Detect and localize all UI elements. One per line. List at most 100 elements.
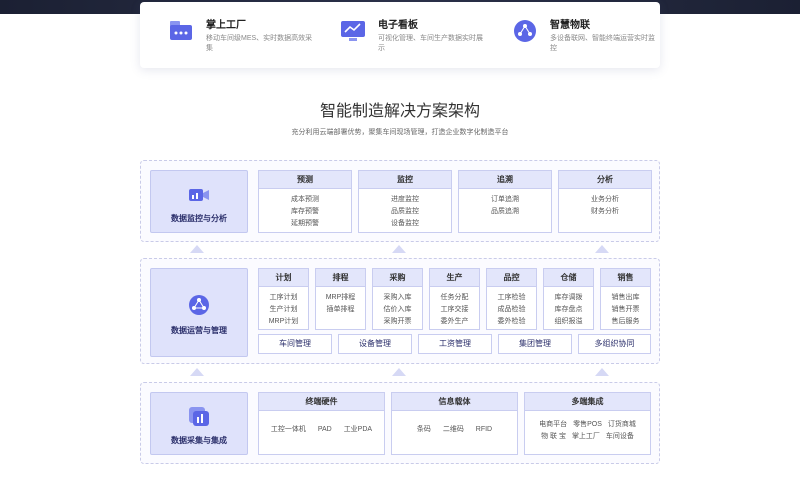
layer-label: 数据采集与集成 — [171, 436, 227, 445]
module-item-row: 条码 二维码 RFID — [392, 411, 517, 436]
module-item: 掌上工厂 — [571, 433, 600, 440]
module-info-carrier[interactable]: 信息载体 条码 二维码 RFID — [391, 392, 518, 455]
module-sales[interactable]: 销售 销售出库 销售开票 售后服务 — [600, 268, 651, 330]
module-item: 品质追溯 — [491, 208, 519, 215]
feature-card: 掌上工厂 移动车间级MES、实时数据高效采集 电子看板 可视化管理、车间生产数据… — [140, 2, 660, 68]
module-item: 订货商城 — [607, 421, 636, 428]
pill-multi-org-collaboration[interactable]: 多组织协同 — [578, 334, 651, 354]
module-item: MRP计划 — [268, 318, 299, 325]
module-item: 工序计划 — [269, 294, 298, 301]
feature-item-factory[interactable]: 掌上工厂 移动车间级MES、实时数据高效采集 — [168, 16, 318, 60]
module-item: 库存盘点 — [554, 306, 583, 313]
network-hub-icon — [189, 295, 209, 315]
module-item: 库存调拨 — [554, 294, 583, 301]
module-item: 采购开票 — [383, 318, 412, 325]
module-item: 库存预警 — [291, 208, 319, 215]
module-item-row: 工控一体机 PAD 工业PDA — [259, 411, 384, 436]
module-item: 委外生产 — [440, 318, 469, 325]
module-terminal-hardware[interactable]: 终端硬件 工控一体机 PAD 工业PDA — [258, 392, 385, 455]
module-item: 零售POS — [573, 421, 602, 428]
pill-workshop-management[interactable]: 车间管理 — [258, 334, 332, 354]
feature-desc: 移动车间级MES、实时数据高效采集 — [206, 35, 313, 52]
pill-payroll-management[interactable]: 工资管理 — [418, 334, 492, 354]
module-forecast[interactable]: 预测 成本预测 库存预警 延期预警 — [258, 170, 352, 233]
feature-title: 掌上工厂 — [206, 20, 246, 31]
module-title: 终端硬件 — [259, 393, 384, 411]
module-monitor[interactable]: 监控 进度监控 品质监控 设备监控 — [358, 170, 452, 233]
collect-chart-icon — [189, 407, 209, 426]
module-quality[interactable]: 品控 工序检验 成品检验 委外检验 — [486, 268, 537, 330]
layer-label-box: 数据运营与管理 — [150, 268, 248, 357]
module-item: 工业PDA — [343, 426, 373, 433]
up-arrow-icon — [595, 368, 609, 376]
layer-label: 数据监控与分析 — [171, 214, 227, 223]
module-item: 电商平台 — [539, 421, 568, 428]
module-item: 品质监控 — [391, 208, 419, 215]
module-title: 品控 — [487, 269, 536, 287]
module-item: MRP排程 — [325, 294, 356, 301]
module-title: 生产 — [430, 269, 479, 287]
module-title: 采购 — [373, 269, 422, 287]
module-item: 任务分配 — [440, 294, 469, 301]
layer-label-box: 数据采集与集成 — [150, 392, 248, 455]
module-item: 设备监控 — [391, 220, 419, 227]
module-item: 业务分析 — [591, 196, 619, 203]
module-item: PAD — [317, 426, 332, 433]
layer-monitor-analysis: 数据监控与分析 预测 成本预测 库存预警 延期预警 监控 进度监控 品质监控 设… — [140, 160, 660, 242]
module-item: 委外检验 — [497, 318, 526, 325]
up-arrow-icon — [392, 245, 406, 253]
module-purchase[interactable]: 采购 采购入库 估价入库 采购开票 — [372, 268, 423, 330]
module-item: 插单排程 — [326, 306, 355, 313]
feature-item-board[interactable]: 电子看板 可视化管理、车间生产数据实时展示 — [340, 16, 490, 60]
module-plan[interactable]: 计划 工序计划 生产计划 MRP计划 — [258, 268, 309, 330]
module-warehouse[interactable]: 仓储 库存调拨 库存盘点 组织报溢 — [543, 268, 594, 330]
module-title: 排程 — [316, 269, 365, 287]
module-trace[interactable]: 追溯 订单追溯 品质追溯 — [458, 170, 552, 233]
page-title: 智能制造解决方案架构 — [319, 103, 480, 120]
module-item: 订单追溯 — [491, 196, 519, 203]
module-title: 追溯 — [459, 171, 551, 189]
layer-collect-integrate: 数据采集与集成 终端硬件 工控一体机 PAD 工业PDA 信息载体 条码 二维码… — [140, 382, 660, 464]
module-title: 预测 — [259, 171, 351, 189]
module-item: 估价入库 — [383, 306, 412, 313]
module-item: 延期预警 — [291, 220, 319, 227]
module-item: 物 联 宝 — [541, 433, 566, 440]
page-subtitle: 充分利用云端部署优势，聚集车间现场管理，打造企业数字化制造平台 — [291, 129, 509, 136]
module-analysis[interactable]: 分析 业务分析 财务分析 — [558, 170, 652, 233]
module-title: 仓储 — [544, 269, 593, 287]
module-title: 多端集成 — [525, 393, 650, 411]
layer-operation-management: 数据运营与管理 计划 工序计划 生产计划 MRP计划 排程 MRP排程 插单排程… — [140, 258, 660, 364]
module-item: 进度监控 — [391, 196, 419, 203]
module-item: 售后服务 — [611, 318, 640, 325]
up-arrow-icon — [190, 245, 204, 253]
module-multi-integration[interactable]: 多端集成 电商平台 零售POS 订货商城 物 联 宝 掌上工厂 车间设备 — [524, 392, 651, 455]
module-production[interactable]: 生产 任务分配 工序交接 委外生产 — [429, 268, 480, 330]
feature-desc: 可视化管理、车间生产数据实时展示 — [378, 35, 483, 52]
module-item: 工控一体机 — [270, 426, 306, 433]
module-title: 信息载体 — [392, 393, 517, 411]
module-item: 销售开票 — [611, 306, 640, 313]
module-title: 监控 — [359, 171, 451, 189]
layer-label: 数据运营与管理 — [171, 326, 227, 335]
up-arrow-icon — [190, 368, 204, 376]
factory-icon — [170, 21, 192, 40]
module-item: 二维码 — [442, 426, 464, 433]
module-schedule[interactable]: 排程 MRP排程 插单排程 — [315, 268, 366, 330]
module-item-row: 物 联 宝 掌上工厂 车间设备 — [525, 431, 650, 443]
monitor-chart-icon — [341, 21, 365, 41]
module-item: RFID — [475, 426, 493, 433]
pill-group-management[interactable]: 集团管理 — [498, 334, 572, 354]
feature-title: 电子看板 — [378, 20, 418, 31]
module-item: 销售出库 — [611, 294, 640, 301]
pill-equipment-management[interactable]: 设备管理 — [338, 334, 412, 354]
module-item: 成品检验 — [497, 306, 526, 313]
feature-item-iot[interactable]: 智慧物联 多设备联网、智能终端运营实时监控 — [512, 16, 662, 60]
module-item: 成本预测 — [291, 196, 319, 203]
feature-title: 智慧物联 — [550, 20, 590, 31]
module-item: 财务分析 — [591, 208, 619, 215]
module-item: 采购入库 — [383, 294, 412, 301]
module-title: 分析 — [559, 171, 651, 189]
module-item: 生产计划 — [269, 306, 298, 313]
video-monitor-icon — [189, 189, 209, 201]
iot-network-icon — [514, 20, 536, 42]
